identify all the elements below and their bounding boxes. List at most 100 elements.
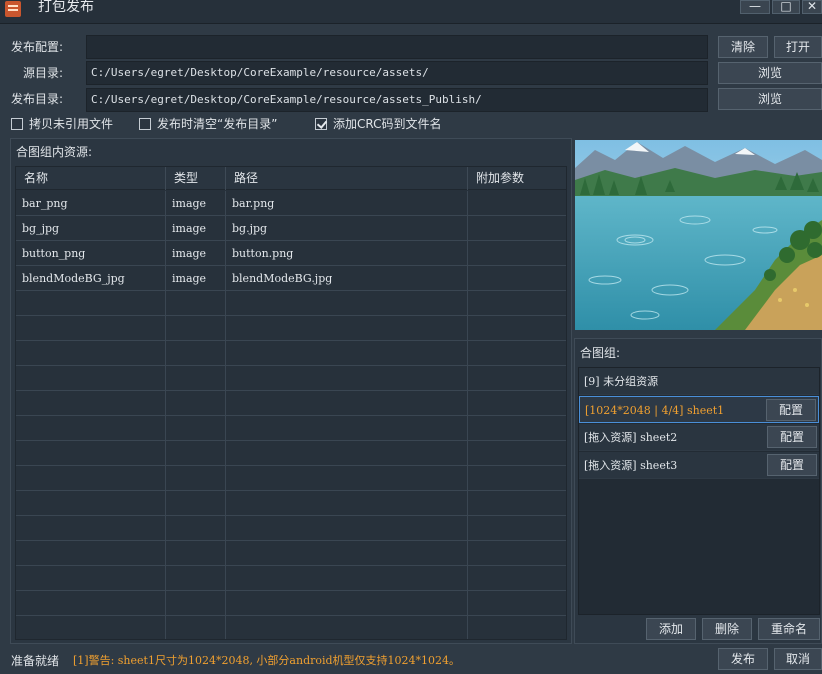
add-group-button[interactable]: 添加 (646, 618, 696, 640)
table-cell-type (166, 316, 226, 341)
app-icon (5, 1, 21, 17)
table-cell-name (16, 516, 166, 541)
table-cell-extra (468, 266, 566, 291)
table-row[interactable] (16, 591, 566, 616)
groups-list[interactable]: [9] 未分组资源 [1024*2048 | 4/4] sheet1 配置 [拖入资源… (578, 367, 820, 615)
table-cell-type (166, 366, 226, 391)
table-cell-extra (468, 316, 566, 341)
table-cell-type (166, 541, 226, 566)
table-cell-name (16, 466, 166, 491)
table-row[interactable]: bar_png image bar.png (16, 191, 566, 216)
table-row[interactable] (16, 541, 566, 566)
group-item[interactable]: [9] 未分组资源 (579, 368, 819, 395)
table-header: 名称 类型 路径 附加参数 (16, 167, 566, 190)
source-dir-label: 源目录: (23, 66, 64, 80)
group-item[interactable]: [拖入资源] sheet3 配置 (579, 452, 819, 479)
group-item[interactable]: [1024*2048 | 4/4] sheet1 配置 (579, 396, 819, 423)
clear-publish-dir-checkbox[interactable] (139, 118, 151, 130)
maximize-button[interactable]: □ (772, 0, 800, 14)
cancel-button[interactable]: 取消 (774, 648, 822, 670)
column-extra[interactable]: 附加参数 (468, 167, 566, 190)
copy-unreferenced-checkbox[interactable] (11, 118, 23, 130)
add-crc-checkbox[interactable] (315, 118, 327, 130)
clear-button[interactable]: 清除 (718, 36, 768, 58)
table-row[interactable] (16, 491, 566, 516)
group-label: [拖入资源] sheet2 (584, 431, 678, 444)
table-cell-name (16, 491, 166, 516)
table-row[interactable] (16, 616, 566, 639)
open-button[interactable]: 打开 (774, 36, 822, 58)
table-cell-path (226, 541, 468, 566)
window-title: 打包发布 (38, 0, 94, 15)
table-row[interactable] (16, 316, 566, 341)
table-row[interactable] (16, 466, 566, 491)
table-cell-path (226, 391, 468, 416)
table-cell-type: image (166, 216, 226, 241)
table-cell-path (226, 441, 468, 466)
table-cell-name (16, 541, 166, 566)
source-browse-button[interactable]: 浏览 (718, 62, 822, 84)
publish-dir-field[interactable]: C:/Users/egret/Desktop/CoreExample/resou… (86, 88, 708, 112)
group-config-button[interactable]: 配置 (766, 399, 816, 421)
table-row[interactable] (16, 416, 566, 441)
table-cell-extra (468, 391, 566, 416)
table-cell-extra (468, 591, 566, 616)
table-cell-type: image (166, 191, 226, 216)
group-config-button[interactable]: 配置 (767, 454, 817, 476)
table-row[interactable] (16, 566, 566, 591)
table-cell-type: image (166, 241, 226, 266)
table-cell-name (16, 341, 166, 366)
table-cell-type: image (166, 266, 226, 291)
table-cell-name (16, 616, 166, 639)
publish-browse-button[interactable]: 浏览 (718, 88, 822, 110)
table-cell-extra (468, 441, 566, 466)
resources-title: 合图组内资源: (16, 145, 93, 159)
table-row[interactable]: blendModeBG_jpg image blendModeBG.jpg (16, 266, 566, 291)
group-config-button[interactable]: 配置 (767, 426, 817, 448)
table-cell-type (166, 616, 226, 639)
table-row[interactable] (16, 391, 566, 416)
table-cell-path (226, 291, 468, 316)
table-cell-type (166, 591, 226, 616)
table-cell-name (16, 291, 166, 316)
table-cell-extra (468, 566, 566, 591)
table-row[interactable]: bg_jpg image bg.jpg (16, 216, 566, 241)
table-cell-extra (468, 516, 566, 541)
table-cell-path: blendModeBG.jpg (226, 266, 468, 291)
resources-table[interactable]: 名称 类型 路径 附加参数 bar_png image bar.png bg_jpg i… (15, 166, 567, 640)
table-cell-path (226, 466, 468, 491)
rename-group-button[interactable]: 重命名 (758, 618, 820, 640)
table-cell-type (166, 441, 226, 466)
group-item[interactable]: [拖入资源] sheet2 配置 (579, 424, 819, 451)
table-row[interactable] (16, 291, 566, 316)
table-cell-type (166, 516, 226, 541)
table-cell-name: bg_jpg (16, 216, 166, 241)
table-row[interactable] (16, 366, 566, 391)
minimize-button[interactable]: — (740, 0, 770, 14)
table-row[interactable]: button_png image button.png (16, 241, 566, 266)
table-cell-type (166, 466, 226, 491)
table-cell-path (226, 316, 468, 341)
table-cell-name (16, 591, 166, 616)
table-cell-type (166, 391, 226, 416)
column-type[interactable]: 类型 (166, 167, 226, 190)
table-row[interactable] (16, 441, 566, 466)
source-dir-field[interactable]: C:/Users/egret/Desktop/CoreExample/resou… (86, 61, 708, 85)
table-cell-path (226, 591, 468, 616)
delete-group-button[interactable]: 删除 (702, 618, 752, 640)
publish-config-field[interactable] (86, 35, 708, 59)
table-cell-path (226, 491, 468, 516)
title-bar (0, 0, 822, 24)
table-cell-extra (468, 541, 566, 566)
table-cell-path (226, 566, 468, 591)
groups-title: 合图组: (580, 346, 621, 360)
publish-button[interactable]: 发布 (718, 648, 768, 670)
table-row[interactable] (16, 341, 566, 366)
close-button[interactable]: ✕ (802, 0, 822, 14)
table-cell-type (166, 416, 226, 441)
publish-dir-label: 发布目录: (11, 92, 64, 106)
table-cell-extra (468, 291, 566, 316)
column-name[interactable]: 名称 (16, 167, 166, 190)
column-path[interactable]: 路径 (226, 167, 468, 190)
table-row[interactable] (16, 516, 566, 541)
